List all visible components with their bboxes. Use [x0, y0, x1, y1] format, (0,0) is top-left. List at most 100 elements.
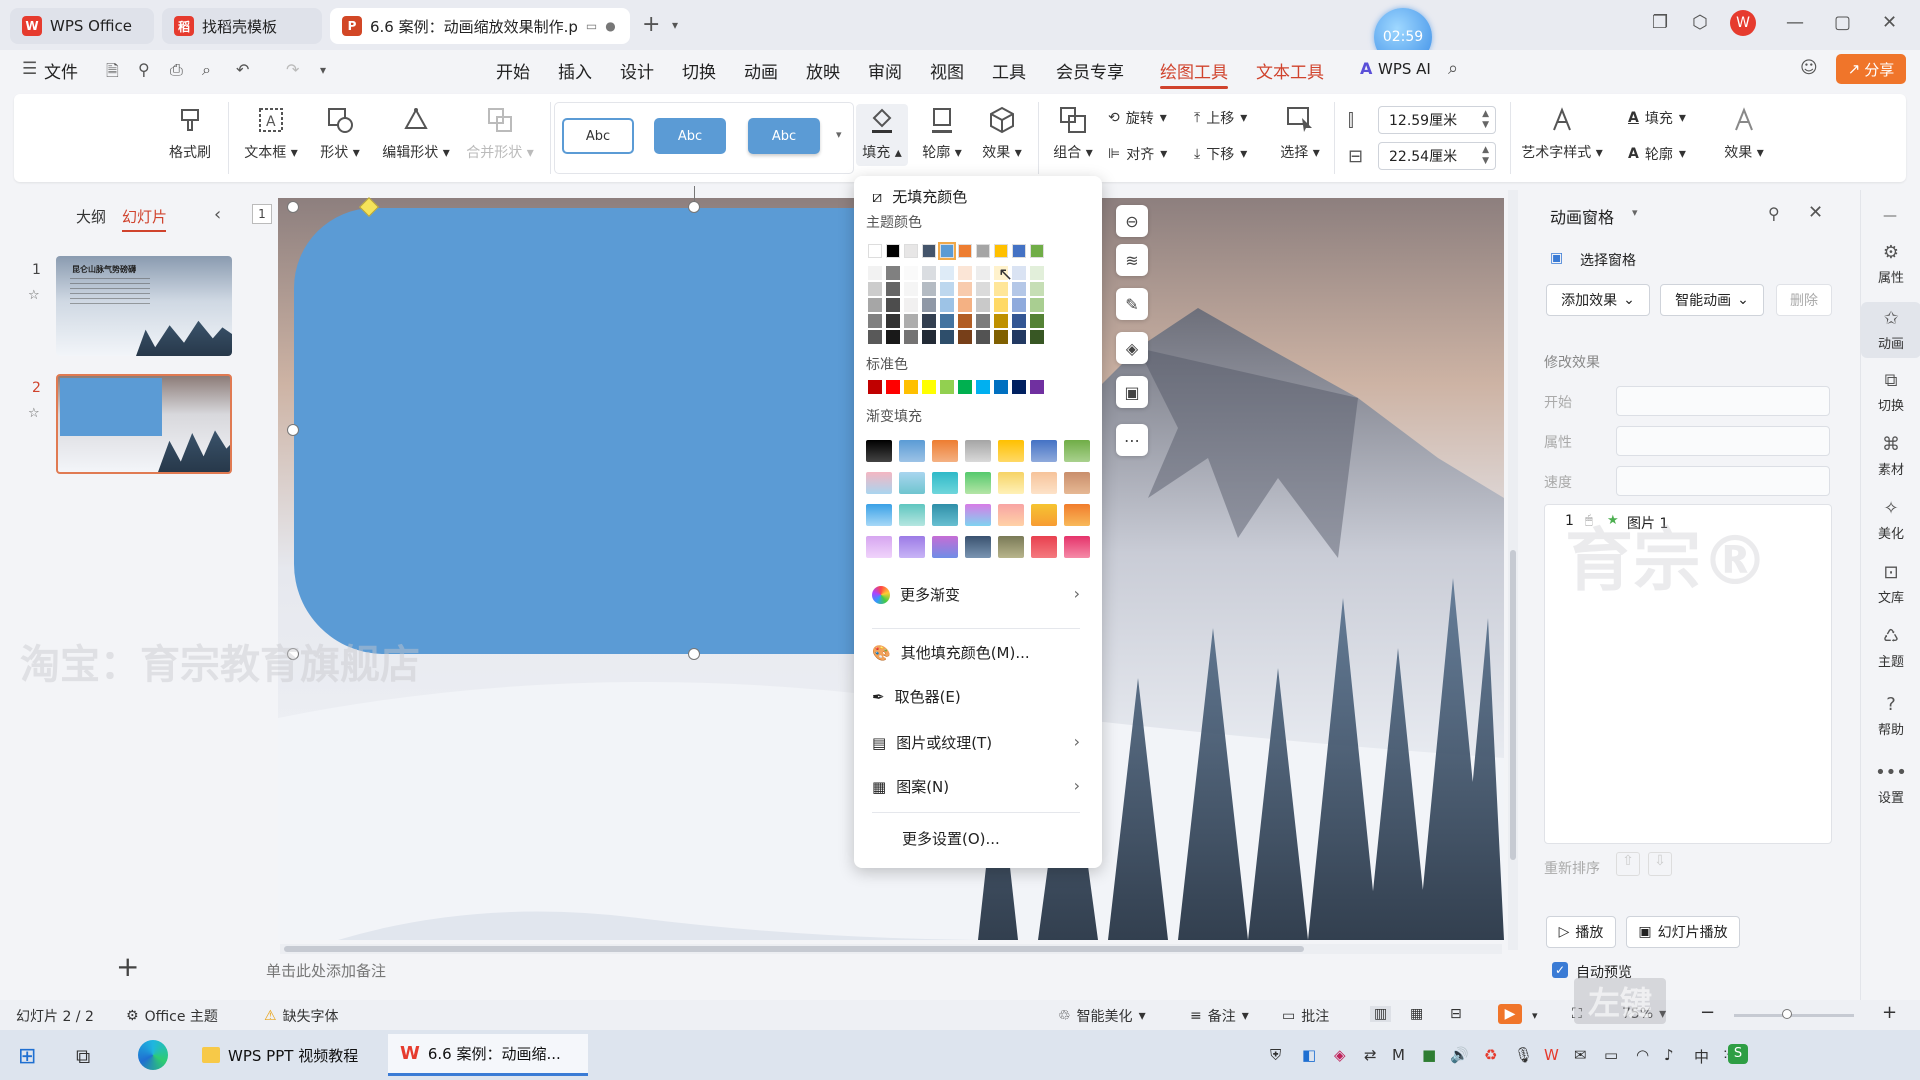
zoom-slider[interactable] — [1734, 1009, 1854, 1019]
style-outline-chip[interactable]: Abc — [562, 118, 634, 154]
zoom-in-icon[interactable]: + — [1882, 1002, 1897, 1023]
gradient-swatch[interactable] — [1064, 472, 1090, 494]
theme-color-shade-swatch[interactable] — [904, 314, 918, 328]
outline-button[interactable]: 轮廓 ▾ — [914, 104, 970, 162]
sync-tray-icon[interactable]: ♻ — [1484, 1046, 1497, 1064]
maximize-icon[interactable]: ▢ — [1834, 12, 1851, 33]
chat-icon[interactable]: ☺ — [1800, 58, 1818, 78]
gradient-swatch[interactable] — [899, 536, 925, 558]
standard-color-swatch[interactable] — [994, 380, 1008, 394]
theme-color-shade-swatch[interactable] — [940, 330, 954, 344]
notes-toggle-button[interactable]: ≡ 备注 ▾ — [1190, 1006, 1249, 1026]
group-button[interactable]: 组合 ▾ — [1044, 104, 1102, 162]
theme-color-shade-swatch[interactable] — [1012, 330, 1026, 344]
gradient-swatch[interactable] — [965, 440, 991, 462]
merge-shape-button[interactable]: 合并形状 ▾ — [458, 104, 542, 162]
theme-color-swatch[interactable] — [938, 242, 956, 260]
theme-color-shade-swatch[interactable] — [886, 266, 900, 280]
slide-sorter-icon[interactable]: ▦ — [1410, 1006, 1423, 1022]
tab-current-doc[interactable]: P 6.6 案例：动画缩放效果制作.p ▭ ● — [330, 8, 630, 44]
quick-access-chevron-icon[interactable]: ▾ — [320, 63, 326, 77]
hamburger-icon[interactable]: ☰ — [22, 59, 37, 79]
theme-color-shade-swatch[interactable] — [922, 282, 936, 296]
menu-view[interactable]: 视图 — [930, 58, 964, 83]
theme-color-shade-swatch[interactable] — [958, 282, 972, 296]
start-select[interactable] — [1616, 386, 1830, 416]
theme-color-shade-swatch[interactable] — [868, 330, 882, 344]
theme-color-shade-swatch[interactable] — [868, 298, 882, 312]
theme-color-swatch[interactable] — [922, 244, 936, 258]
eyedropper-item[interactable]: ✒ 取色器(E) — [872, 686, 961, 707]
resize-handle-top[interactable] — [688, 201, 700, 213]
theme-color-swatch[interactable] — [886, 244, 900, 258]
theme-color-shade-swatch[interactable] — [922, 266, 936, 280]
move-down-icon[interactable]: ⇩ — [1648, 852, 1672, 876]
height-spinner-icon[interactable]: ▲ ▼ — [1482, 109, 1489, 131]
sidebar-item-help[interactable]: ? 帮助 — [1861, 694, 1920, 738]
horizontal-scrollbar[interactable] — [280, 944, 1502, 954]
gradient-swatch[interactable] — [1031, 536, 1057, 558]
standard-color-swatch[interactable] — [1030, 380, 1044, 394]
standard-color-swatch[interactable] — [976, 380, 990, 394]
theme-color-shade-swatch[interactable] — [868, 266, 882, 280]
menu-design[interactable]: 设计 — [620, 58, 654, 83]
style-filled-chip[interactable]: Abc — [654, 118, 726, 154]
menu-slideshow[interactable]: 放映 — [806, 58, 840, 83]
menu-insert[interactable]: 插入 — [558, 58, 592, 83]
gradient-swatch[interactable] — [1031, 472, 1057, 494]
gradient-swatch[interactable] — [932, 536, 958, 558]
theme-status[interactable]: ⚙ Office 主题 — [126, 1006, 218, 1026]
menu-tools[interactable]: 工具 — [992, 58, 1026, 83]
tab-slides[interactable]: 幻灯片 — [122, 206, 167, 227]
smart-beautify-button[interactable]: ♲ 智能美化 ▾ — [1058, 1006, 1146, 1026]
gradient-swatch[interactable] — [998, 536, 1024, 558]
tab-list-chevron-icon[interactable]: ▾ — [672, 18, 678, 32]
gradient-swatch[interactable] — [899, 504, 925, 526]
gradient-swatch[interactable] — [899, 440, 925, 462]
gradient-swatch[interactable] — [965, 536, 991, 558]
slideshow-button[interactable]: ▣ 幻灯片播放 — [1626, 916, 1740, 948]
selection-pane-link[interactable]: 选择窗格 — [1580, 250, 1636, 270]
selected-rounded-rectangle[interactable] — [294, 208, 854, 654]
sidebar-item-material[interactable]: ⌘ 素材 — [1861, 434, 1920, 478]
theme-color-swatch[interactable] — [994, 244, 1008, 258]
edge-browser-icon[interactable] — [138, 1040, 168, 1070]
sidebar-item-animation[interactable]: ✩ 动画 — [1861, 302, 1920, 358]
more-float-icon[interactable]: ⋯ — [1116, 424, 1148, 456]
theme-color-shade-swatch[interactable] — [904, 298, 918, 312]
sidebar-item-theme[interactable]: ♺ 主题 — [1861, 626, 1920, 670]
chat-tray-icon[interactable]: ✉ — [1574, 1046, 1587, 1064]
theme-color-swatch[interactable] — [868, 244, 882, 258]
style-shadow-chip[interactable]: Abc — [748, 118, 820, 154]
menu-animation[interactable]: 动画 — [744, 58, 778, 83]
print-icon[interactable]: ⎙ — [170, 60, 183, 80]
gradient-swatch[interactable] — [965, 504, 991, 526]
theme-color-shade-swatch[interactable] — [958, 330, 972, 344]
effect-button[interactable]: 效果 ▾ — [972, 104, 1032, 162]
gradient-swatch[interactable] — [998, 504, 1024, 526]
theme-color-shade-swatch[interactable] — [958, 314, 972, 328]
gallery-expand-icon[interactable]: ▾ — [836, 128, 842, 141]
ime-indicator[interactable]: 中 — [1694, 1046, 1709, 1067]
shape-button[interactable]: 形状 ▾ — [310, 104, 370, 162]
unsaved-dot-icon[interactable]: ● — [605, 19, 615, 33]
menu-review[interactable]: 审阅 — [868, 58, 902, 83]
pin-pane-icon[interactable]: ⚲ — [1768, 204, 1780, 223]
width-spinner-icon[interactable]: ▲ ▼ — [1482, 145, 1489, 167]
minimize-icon[interactable]: — — [1786, 12, 1804, 33]
sidebar-item-settings[interactable]: ••• 设置 — [1861, 762, 1920, 806]
move-up-icon[interactable]: ⇧ — [1616, 852, 1640, 876]
menu-home[interactable]: 开始 — [496, 58, 530, 83]
volume-tray-icon[interactable]: ♪ — [1664, 1046, 1674, 1064]
transfer-tray-icon[interactable]: ⇄ — [1364, 1046, 1377, 1064]
close-pane-icon[interactable]: ✕ — [1808, 202, 1823, 223]
theme-color-shade-swatch[interactable] — [976, 298, 990, 312]
wps-tray-icon[interactable]: W — [1544, 1046, 1559, 1064]
theme-color-shade-swatch[interactable] — [1012, 298, 1026, 312]
standard-color-swatch[interactable] — [904, 380, 918, 394]
theme-color-swatch[interactable] — [1012, 244, 1026, 258]
theme-color-shade-swatch[interactable] — [904, 266, 918, 280]
standard-color-swatch[interactable] — [886, 380, 900, 394]
theme-color-shade-swatch[interactable] — [904, 282, 918, 296]
theme-color-shade-swatch[interactable] — [940, 266, 954, 280]
